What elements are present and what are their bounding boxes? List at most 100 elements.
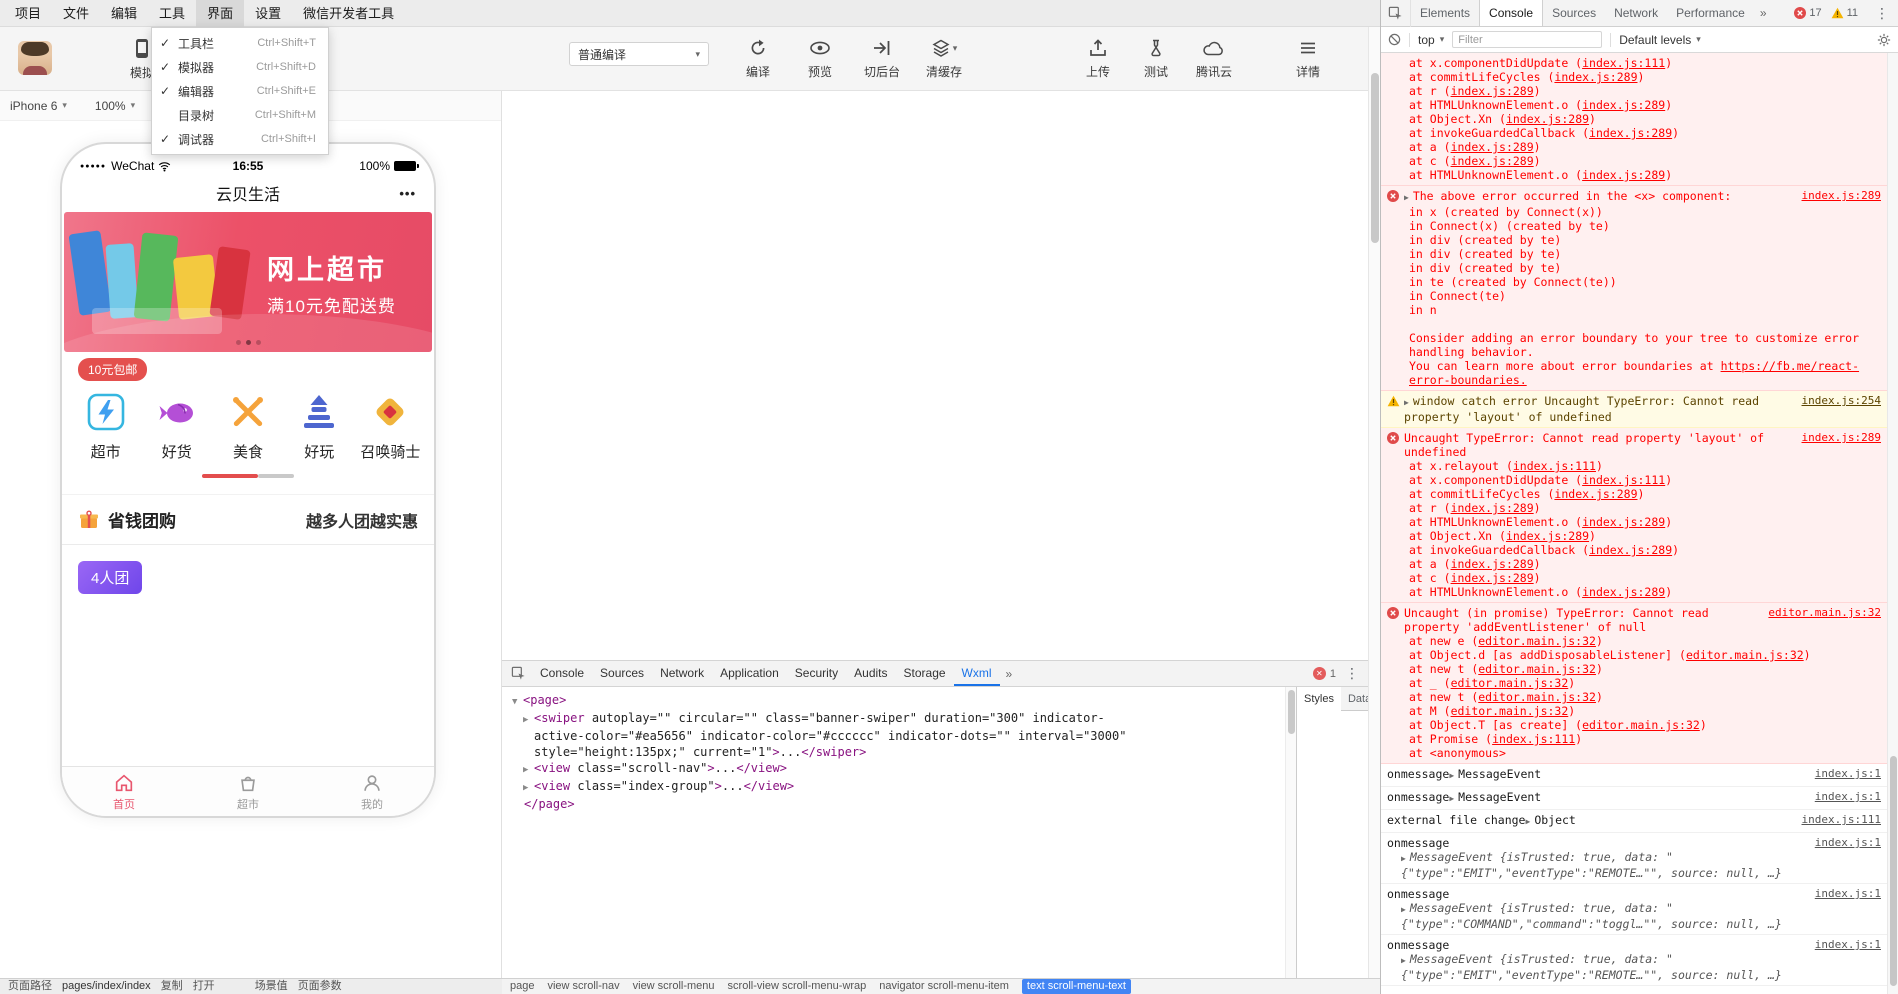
file-link[interactable]: index.js:111 bbox=[1582, 473, 1665, 487]
execution-context-select[interactable]: top ▾ bbox=[1418, 33, 1444, 47]
zoom-select[interactable]: 100% ▾ bbox=[95, 99, 135, 113]
log-levels-select[interactable]: Default levels ▾ bbox=[1619, 33, 1701, 47]
user-avatar[interactable] bbox=[18, 41, 52, 75]
file-link[interactable]: index.js:111 bbox=[1513, 459, 1596, 473]
side-tab-styles[interactable]: Styles bbox=[1297, 686, 1341, 711]
file-link[interactable]: index.js:289 bbox=[1802, 189, 1881, 203]
debugger-tab-wxml[interactable]: Wxml bbox=[953, 661, 1000, 686]
menu-item-6[interactable]: 设置 bbox=[244, 0, 292, 27]
expand-arrow-icon[interactable]: ▶ bbox=[523, 712, 534, 728]
menu-item-1[interactable]: 项目 bbox=[4, 0, 52, 27]
category-item[interactable]: 召唤骑士 bbox=[355, 389, 426, 462]
console-prompt[interactable]: > bbox=[1381, 986, 1887, 994]
expand-arrow-icon[interactable]: ▼ bbox=[512, 694, 523, 710]
view-menu-item[interactable]: ✓ 编辑器 Ctrl+Shift+E bbox=[152, 79, 328, 103]
devtools-tab-sources[interactable]: Sources bbox=[1543, 0, 1605, 26]
file-link[interactable]: index.js:289 bbox=[1589, 126, 1672, 140]
object-preview[interactable]: MessageEvent {isTrusted: true, data: "{"… bbox=[1401, 850, 1782, 880]
menu-item-7[interactable]: 微信开发者工具 bbox=[292, 0, 405, 27]
file-link[interactable]: editor.main.js:32 bbox=[1478, 662, 1596, 676]
devtools-menu-button[interactable]: ⋮ bbox=[1866, 5, 1898, 22]
file-link[interactable]: index.js:289 bbox=[1506, 529, 1589, 543]
file-link[interactable]: index.js:289 bbox=[1451, 557, 1534, 571]
view-menu-item[interactable]: 目录树 Ctrl+Shift+M bbox=[152, 103, 328, 127]
inspect-icon[interactable] bbox=[1381, 0, 1411, 27]
wxml-node[interactable]: ▼ <page> bbox=[510, 692, 1130, 710]
debugger-tab-audits[interactable]: Audits bbox=[846, 661, 895, 686]
clear-console-icon[interactable] bbox=[1388, 33, 1401, 46]
file-link[interactable]: index.js:289 bbox=[1582, 515, 1665, 529]
expand-arrow-icon[interactable]: ▶ bbox=[1404, 191, 1409, 205]
file-link[interactable]: editor.main.js:32 bbox=[1451, 676, 1569, 690]
file-link[interactable]: index.js:111 bbox=[1582, 56, 1665, 70]
file-link[interactable]: index.js:289 bbox=[1506, 112, 1589, 126]
tabbar-item[interactable]: 我的 bbox=[310, 767, 434, 816]
category-item[interactable]: 美食 bbox=[212, 389, 283, 462]
file-link[interactable]: index.js:111 bbox=[1492, 732, 1575, 746]
object-preview[interactable]: MessageEvent bbox=[1458, 790, 1541, 804]
settings-gear-icon[interactable] bbox=[1877, 33, 1891, 47]
file-link[interactable]: index.js:289 bbox=[1554, 487, 1637, 501]
object-preview[interactable]: MessageEvent {isTrusted: true, data: "{"… bbox=[1401, 901, 1782, 931]
scrollbar-thumb[interactable] bbox=[1890, 756, 1897, 986]
editor-scrollbar[interactable] bbox=[1368, 27, 1380, 978]
expand-arrow-icon[interactable]: ▶ bbox=[1401, 954, 1406, 968]
banner-swiper[interactable]: 网上超市 满10元免配送费 bbox=[64, 212, 432, 352]
category-item[interactable]: 好货 bbox=[141, 389, 212, 462]
view-menu-item[interactable]: ✓ 调试器 Ctrl+Shift+I bbox=[152, 127, 328, 151]
menu-item-5[interactable]: 界面 bbox=[196, 0, 245, 27]
expand-arrow-icon[interactable]: ▶ bbox=[1449, 792, 1454, 806]
file-link[interactable]: editor.main.js:32 bbox=[1478, 634, 1596, 648]
tabbar-item[interactable]: 超市 bbox=[186, 767, 310, 816]
expand-arrow-icon[interactable]: ▶ bbox=[1401, 852, 1406, 866]
scrollbar-thumb[interactable] bbox=[1288, 690, 1295, 734]
file-link[interactable]: index.js:289 bbox=[1802, 431, 1881, 445]
category-item[interactable]: 超市 bbox=[70, 389, 141, 462]
expand-arrow-icon[interactable]: ▶ bbox=[1449, 769, 1454, 783]
breadcrumb-item[interactable]: text scroll-menu-text bbox=[1021, 979, 1131, 994]
menu-item-3[interactable]: 编辑 bbox=[100, 0, 148, 27]
cloud-button[interactable]: 腾讯云 bbox=[1187, 35, 1241, 80]
file-link[interactable]: index.js:289 bbox=[1451, 501, 1534, 515]
file-link[interactable]: editor.main.js:32 bbox=[1768, 606, 1881, 620]
file-link[interactable]: index.js:1 bbox=[1815, 887, 1881, 901]
object-preview[interactable]: MessageEvent {isTrusted: true, data: "{"… bbox=[1401, 952, 1782, 982]
promo-badge[interactable]: 10元包邮 bbox=[78, 358, 148, 381]
debugger-tab-sources[interactable]: Sources bbox=[592, 661, 652, 686]
object-preview[interactable]: MessageEvent bbox=[1458, 767, 1541, 781]
file-link[interactable]: editor.main.js:32 bbox=[1451, 704, 1569, 718]
group-buy-section-header[interactable]: 省钱团购 越多人团越实惠 bbox=[62, 494, 434, 545]
file-link[interactable]: editor.main.js:32 bbox=[1478, 690, 1596, 704]
more-tabs-chevron[interactable]: » bbox=[1754, 6, 1773, 20]
file-link[interactable]: index.js:289 bbox=[1554, 70, 1637, 84]
expand-arrow-icon[interactable]: ▶ bbox=[1401, 903, 1406, 917]
file-link[interactable]: editor.main.js:32 bbox=[1686, 648, 1804, 662]
breadcrumb-item[interactable]: page bbox=[510, 981, 534, 992]
debugger-tab-console[interactable]: Console bbox=[532, 661, 592, 686]
expand-arrow-icon[interactable]: ▶ bbox=[1404, 396, 1409, 410]
group-size-badge[interactable]: 4人团 bbox=[78, 561, 143, 594]
more-tabs-chevron[interactable]: » bbox=[1000, 667, 1019, 681]
devtools-tab-console[interactable]: Console bbox=[1479, 0, 1544, 26]
menu-item-4[interactable]: 工具 bbox=[148, 0, 196, 27]
preview-button[interactable]: 预览 bbox=[793, 35, 847, 80]
file-link[interactable]: index.js:111 bbox=[1802, 813, 1881, 827]
category-item[interactable]: 好玩 bbox=[284, 389, 355, 462]
breadcrumb-item[interactable]: navigator scroll-menu-item bbox=[879, 981, 1009, 992]
tabbar-item[interactable]: 首页 bbox=[62, 767, 186, 816]
wxml-scrollbar[interactable] bbox=[1285, 687, 1296, 978]
scene-value-label[interactable]: 场景值 bbox=[255, 981, 288, 992]
menu-item-2[interactable]: 文件 bbox=[52, 0, 100, 27]
debugger-tab-security[interactable]: Security bbox=[787, 661, 846, 686]
console-scrollbar[interactable] bbox=[1887, 53, 1898, 994]
background-button[interactable]: 切后台 bbox=[855, 35, 909, 80]
inspect-icon[interactable] bbox=[504, 666, 532, 681]
more-options-icon[interactable]: ••• bbox=[399, 186, 416, 201]
test-button[interactable]: 测试 bbox=[1129, 35, 1183, 80]
copy-button[interactable]: 复制 bbox=[161, 981, 183, 992]
device-select[interactable]: iPhone 6 ▾ bbox=[10, 99, 67, 113]
file-link[interactable]: index.js:289 bbox=[1451, 154, 1534, 168]
details-button[interactable]: 详情 bbox=[1281, 35, 1335, 80]
upload-button[interactable]: 上传 bbox=[1071, 35, 1125, 80]
devtools-tab-network[interactable]: Network bbox=[1605, 0, 1667, 26]
